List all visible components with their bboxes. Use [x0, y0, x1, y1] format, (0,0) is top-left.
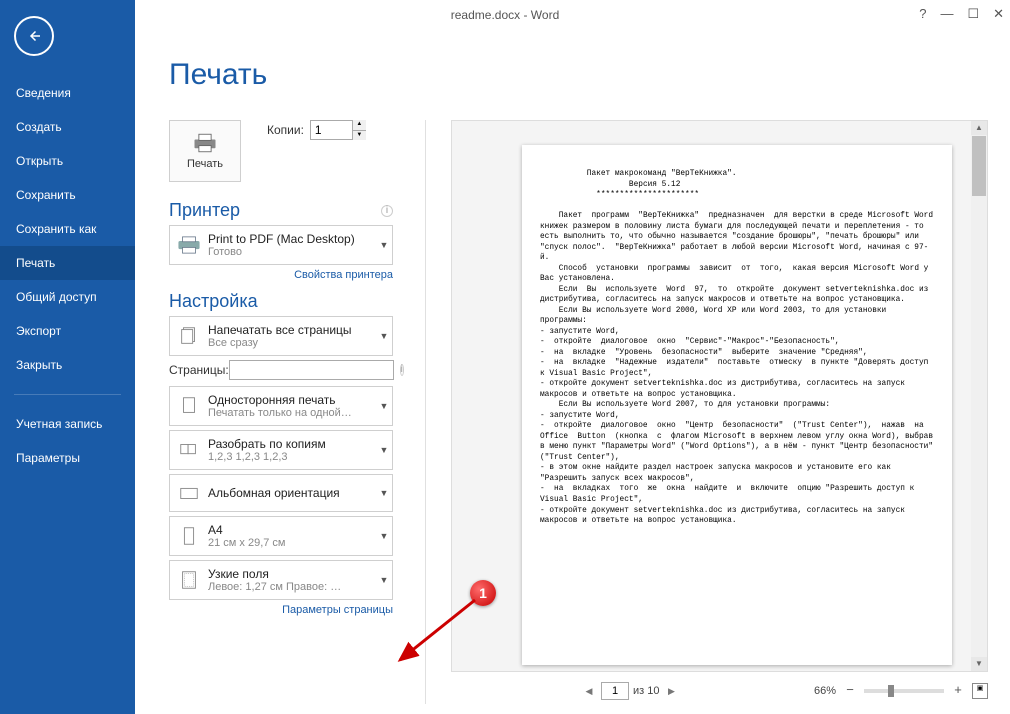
- preview-nav: ◀ из 10 ▶ 66% − + ▣: [451, 678, 988, 704]
- copies-down[interactable]: ▼: [353, 131, 366, 141]
- setting-page[interactable]: Односторонняя печатьПечатать только на о…: [169, 386, 393, 426]
- collate-icon: [170, 439, 208, 461]
- setting-landscape[interactable]: Альбомная ориентация▼: [169, 474, 393, 512]
- print-button[interactable]: Печать: [169, 120, 241, 182]
- prev-page-button[interactable]: ◀: [581, 683, 597, 699]
- zoom-out-button[interactable]: −: [842, 683, 858, 699]
- printer-heading: Принтер: [169, 200, 240, 221]
- size-a4-icon: [170, 525, 208, 547]
- chevron-down-icon: ▼: [376, 401, 392, 411]
- setting-size-a4[interactable]: A421 см x 29,7 см▼: [169, 516, 393, 556]
- setting-doc-stack[interactable]: Напечатать все страницыВсе сразу▼: [169, 316, 393, 356]
- next-page-button[interactable]: ▶: [663, 683, 679, 699]
- sidebar-item-экспорт[interactable]: Экспорт: [0, 314, 135, 348]
- printer-name: Print to PDF (Mac Desktop): [208, 232, 376, 246]
- printer-device-icon: [176, 235, 202, 255]
- print-button-label: Печать: [187, 158, 223, 170]
- setting-title: A4: [208, 523, 376, 537]
- close-icon[interactable]: ✕: [993, 6, 1004, 22]
- chevron-down-icon: ▼: [376, 488, 392, 498]
- setting-sub: Левое: 1,27 см Правое: …: [208, 581, 376, 593]
- help-icon[interactable]: ?: [919, 6, 926, 22]
- setting-collate[interactable]: Разобрать по копиям1,2,3 1,2,3 1,2,3▼: [169, 430, 393, 470]
- setting-margins[interactable]: Узкие поляЛевое: 1,27 см Правое: …▼: [169, 560, 393, 600]
- setting-title: Узкие поля: [208, 567, 376, 581]
- setting-title: Альбомная ориентация: [208, 486, 376, 500]
- sidebar-item-учетная-запись[interactable]: Учетная запись: [0, 407, 135, 441]
- maximize-icon[interactable]: ☐: [967, 6, 979, 22]
- printer-select[interactable]: Print to PDF (Mac Desktop) Готово ▼: [169, 225, 393, 265]
- sidebar-item-открыть[interactable]: Открыть: [0, 144, 135, 178]
- page-icon: [170, 395, 208, 417]
- chevron-down-icon: ▼: [376, 445, 392, 455]
- scroll-thumb[interactable]: [972, 136, 986, 196]
- page-number-input[interactable]: [601, 682, 629, 700]
- landscape-icon: [170, 482, 208, 504]
- preview-page: Пакет макрокоманд "ВерТеКнижка". Версия …: [522, 145, 952, 665]
- minimize-icon[interactable]: —: [940, 6, 953, 22]
- zoom-level[interactable]: 66%: [814, 685, 836, 697]
- window-title: readme.docx - Word: [451, 8, 560, 22]
- doc-content: Пакет макрокоманд "ВерТеКнижка". Версия …: [540, 169, 934, 527]
- pages-info-icon[interactable]: i: [400, 364, 404, 376]
- setting-title: Разобрать по копиям: [208, 437, 376, 451]
- setting-sub: 1,2,3 1,2,3 1,2,3: [208, 451, 376, 463]
- zoom-slider[interactable]: [864, 689, 944, 693]
- scroll-up-icon[interactable]: ▲: [971, 121, 987, 135]
- chevron-down-icon: ▼: [376, 531, 392, 541]
- menu-separator: [14, 394, 121, 395]
- printer-icon: [191, 132, 219, 154]
- page-setup-link[interactable]: Параметры страницы: [169, 604, 393, 616]
- settings-heading: Настройка: [169, 291, 258, 312]
- sidebar-item-сохранить-как[interactable]: Сохранить как: [0, 212, 135, 246]
- sidebar-item-сведения[interactable]: Сведения: [0, 76, 135, 110]
- back-button[interactable]: [14, 16, 54, 56]
- sidebar-item-параметры[interactable]: Параметры: [0, 441, 135, 475]
- zoom-in-button[interactable]: +: [950, 683, 966, 699]
- page-of-label: из 10: [633, 685, 659, 697]
- sidebar-item-печать[interactable]: Печать: [0, 246, 135, 280]
- setting-sub: Печатать только на одной…: [208, 407, 376, 419]
- setting-sub: Все сразу: [208, 337, 376, 349]
- fit-page-button[interactable]: ▣: [972, 683, 988, 699]
- pages-input[interactable]: [229, 360, 394, 380]
- chevron-down-icon: ▼: [376, 331, 392, 341]
- printer-properties-link[interactable]: Свойства принтера: [169, 269, 393, 281]
- setting-title: Напечатать все страницы: [208, 323, 376, 337]
- zoom-slider-thumb[interactable]: [888, 685, 894, 697]
- chevron-down-icon: ▼: [376, 575, 392, 585]
- sidebar-item-сохранить[interactable]: Сохранить: [0, 178, 135, 212]
- pages-label: Страницы:: [169, 363, 229, 377]
- sidebar-item-общий-доступ[interactable]: Общий доступ: [0, 280, 135, 314]
- sidebar-item-закрыть[interactable]: Закрыть: [0, 348, 135, 382]
- page-heading: Печать: [169, 58, 1010, 92]
- setting-title: Односторонняя печать: [208, 393, 376, 407]
- printer-status: Готово: [208, 246, 376, 258]
- doc-stack-icon: [170, 325, 208, 347]
- copies-label: Копии:: [267, 123, 304, 137]
- preview-scrollbar[interactable]: ▲ ▼: [971, 121, 987, 671]
- print-preview: Пакет макрокоманд "ВерТеКнижка". Версия …: [451, 120, 988, 672]
- margins-icon: [170, 569, 208, 591]
- copies-up[interactable]: ▲: [353, 120, 366, 131]
- chevron-down-icon: ▼: [376, 240, 392, 250]
- vertical-divider: [425, 120, 426, 704]
- setting-sub: 21 см x 29,7 см: [208, 537, 376, 549]
- sidebar-item-создать[interactable]: Создать: [0, 110, 135, 144]
- printer-info-icon[interactable]: i: [381, 205, 393, 217]
- scroll-down-icon[interactable]: ▼: [971, 657, 987, 671]
- arrow-left-icon: [25, 27, 43, 45]
- backstage-sidebar: СведенияСоздатьОткрытьСохранитьСохранить…: [0, 0, 135, 714]
- annotation-badge-1: 1: [470, 580, 496, 606]
